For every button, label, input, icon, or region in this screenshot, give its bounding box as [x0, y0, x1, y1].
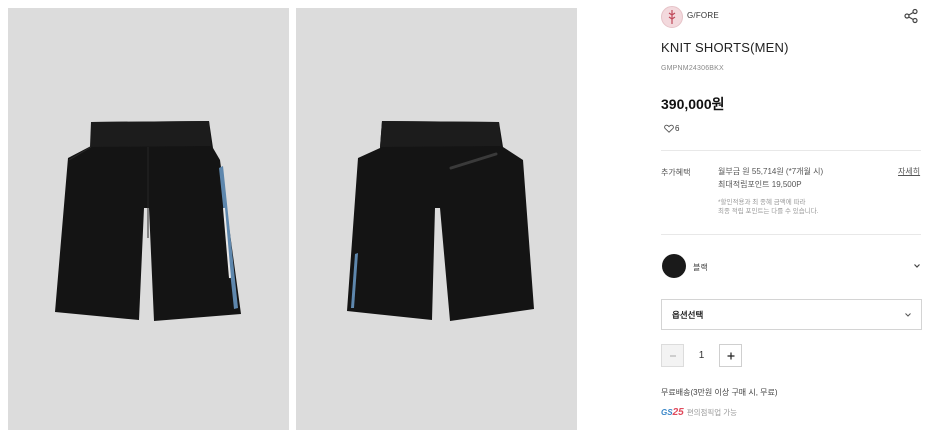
brand-row: G/FORE: [661, 6, 923, 28]
benefit-note-line2: 최종 적립 포인트는 다를 수 있습니다.: [718, 208, 819, 215]
product-image-back[interactable]: [296, 8, 577, 430]
divider: [661, 150, 921, 151]
product-image-front[interactable]: [8, 8, 289, 430]
shipping-info: 무료배송(3만원 이상 구매 시, 무료): [661, 388, 778, 397]
quantity-value[interactable]: 1: [684, 344, 719, 367]
chevron-down-icon: [905, 313, 911, 317]
brand-name[interactable]: G/FORE: [687, 11, 719, 20]
product-title: KNIT SHORTS(MEN): [661, 40, 789, 55]
benefit-label: 추가혜택: [661, 168, 691, 177]
product-info-panel: G/FORE KNIT SHORTS(MEN) GMPNM24306BKX 39…: [661, 0, 923, 436]
product-price: 390,000원: [661, 96, 725, 112]
shorts-front-illustration: [55, 121, 241, 321]
brand-logo-icon: [668, 10, 676, 24]
points-info: 최대적립포인트 19,500P: [718, 180, 802, 189]
brand-logo[interactable]: [661, 6, 683, 28]
quantity-increase-button[interactable]: [719, 344, 742, 367]
option-select-label: 옵션선택: [672, 310, 704, 320]
divider: [661, 234, 921, 235]
minus-icon: [669, 355, 676, 356]
plus-icon: [727, 352, 734, 359]
share-icon[interactable]: [903, 8, 919, 24]
heart-icon: [664, 124, 674, 133]
gs25-logo-number: 25: [672, 406, 684, 418]
chevron-down-icon[interactable]: [913, 262, 921, 270]
like-count: 6: [675, 123, 680, 133]
installment-info: 월부금 원 55,714원 (*7개월 시): [718, 167, 824, 176]
color-name: 블랙: [693, 263, 708, 272]
gs25-pickup: GS25 편의점픽업 가능: [661, 405, 737, 419]
product-code: GMPNM24306BKX: [661, 65, 724, 72]
quantity-decrease-button[interactable]: [661, 344, 684, 367]
option-select-dropdown[interactable]: 옵션선택: [661, 299, 922, 330]
gs25-logo-prefix: GS: [661, 407, 673, 417]
benefit-detail-link[interactable]: 자세히: [898, 166, 920, 177]
gs25-logo: GS25: [661, 407, 684, 418]
like-button[interactable]: 6: [664, 122, 679, 134]
color-selector[interactable]: 블랙: [661, 254, 923, 280]
gs25-pickup-text: 편의점픽업 가능: [686, 407, 738, 417]
shorts-back-illustration: [347, 121, 534, 321]
color-swatch[interactable]: [662, 254, 686, 278]
